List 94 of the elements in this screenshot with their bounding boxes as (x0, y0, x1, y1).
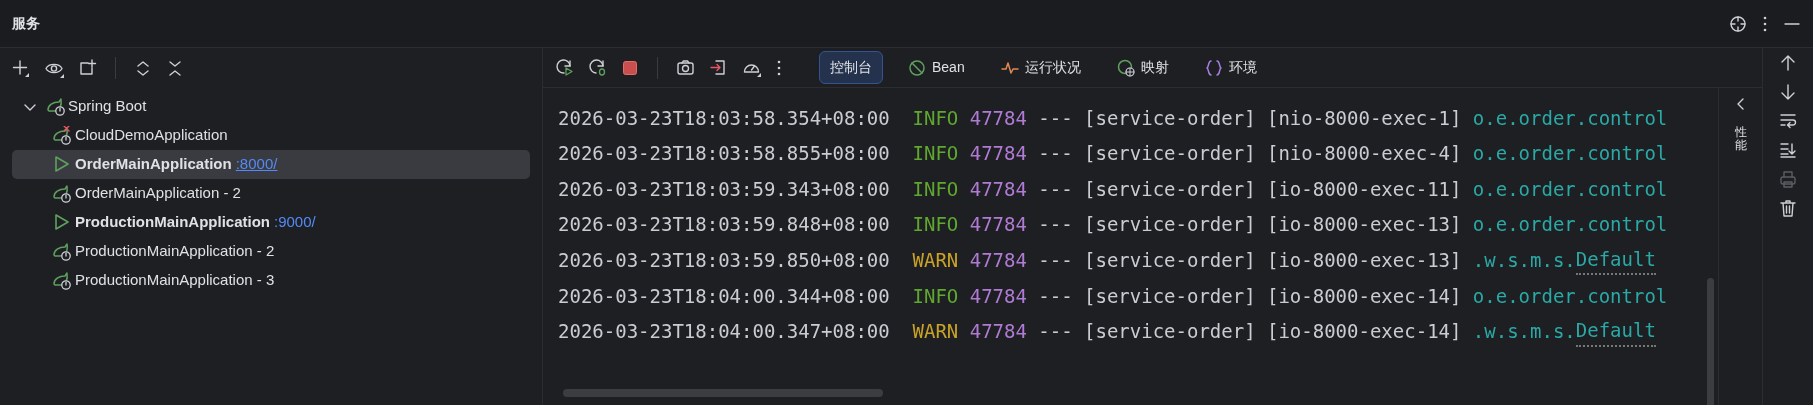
thread-name: [nio-8000-exec-4] (1267, 141, 1462, 167)
vertical-scrollbar[interactable] (1707, 278, 1714, 405)
tab[interactable]: 运行状况 (989, 51, 1092, 84)
thread-name: [nio-8000-exec-1] (1267, 105, 1462, 131)
timestamp: 2026-03-23T18:03:58.354+08:00 (558, 105, 890, 131)
separator: --- (1038, 212, 1073, 238)
panel-title: 服务 (12, 14, 40, 33)
separator: --- (1038, 247, 1073, 273)
logger-name: .w.s.m.s. (1472, 247, 1576, 273)
timestamp: 2026-03-23T18:03:59.850+08:00 (558, 247, 890, 273)
timestamp: 2026-03-23T18:03:59.848+08:00 (558, 212, 890, 238)
tree-item[interactable]: ProductionMainApplication - 3 (75, 269, 275, 292)
thread-name: [io-8000-exec-13] (1267, 247, 1462, 273)
globe-icon (1116, 58, 1135, 77)
new-tab-icon[interactable] (78, 58, 97, 78)
log-level: INFO (912, 105, 959, 131)
process-id: 47784 (969, 212, 1027, 238)
thread-name: [io-8000-exec-13] (1267, 212, 1462, 238)
separator: --- (1038, 283, 1073, 309)
class-link[interactable]: Default (1575, 244, 1656, 276)
process-id: 47784 (969, 283, 1027, 309)
tab[interactable]: 映射 (1105, 51, 1180, 84)
more-icon[interactable] (775, 58, 783, 77)
log-level: INFO (912, 283, 959, 309)
camera-icon[interactable] (676, 58, 695, 77)
timestamp: 2026-03-23T18:04:00.347+08:00 (558, 319, 890, 345)
app-name: [service-order] (1084, 247, 1256, 273)
horizontal-scrollbar[interactable] (563, 389, 883, 397)
thread-name: [io-8000-exec-14] (1267, 319, 1462, 345)
process-id: 47784 (969, 176, 1027, 202)
timestamp: 2026-03-23T18:03:59.343+08:00 (558, 176, 890, 202)
port-link[interactable]: :9000/ (274, 211, 316, 234)
side-tab[interactable]: 性能 (1734, 126, 1747, 153)
app-name: [service-order] (1084, 212, 1256, 238)
spring-icon (52, 184, 71, 203)
tree-item[interactable]: CloudDemoApplication (75, 124, 228, 147)
tab[interactable]: Bean (897, 51, 976, 84)
logger-name: o.e.order.control (1472, 105, 1668, 131)
process-id: 47784 (969, 319, 1027, 345)
log-level: WARN (912, 319, 959, 345)
wrap-icon[interactable] (1779, 112, 1797, 130)
braces-icon (1204, 58, 1223, 77)
more-icon[interactable] (1761, 14, 1769, 33)
scroll-end-icon[interactable] (1779, 141, 1797, 159)
log-level: INFO (912, 141, 959, 167)
arrow-down-icon[interactable] (1779, 83, 1797, 101)
bean-icon (908, 58, 926, 77)
process-id: 47784 (969, 247, 1027, 273)
log-level: INFO (912, 176, 959, 202)
process-id: 47784 (969, 141, 1027, 167)
class-link[interactable]: Default (1575, 316, 1656, 347)
logger-name: o.e.order.control (1472, 176, 1668, 202)
tree-item[interactable]: ProductionMainApplication (75, 211, 270, 234)
separator: --- (1038, 319, 1073, 345)
app-name: [service-order] (1084, 141, 1256, 167)
tab[interactable]: 环境 (1193, 51, 1268, 84)
run-icon (52, 155, 71, 174)
thread-name: [io-8000-exec-14] (1267, 283, 1462, 309)
timestamp: 2026-03-23T18:03:58.855+08:00 (558, 141, 890, 167)
process-id: 47784 (969, 105, 1027, 131)
thread-name: [io-8000-exec-11] (1267, 176, 1462, 202)
rerun-icon[interactable] (555, 58, 574, 77)
selected-row[interactable]: OrderMainApplication :8000/ (12, 150, 530, 179)
arrow-up-icon[interactable] (1779, 54, 1797, 72)
target-icon[interactable] (1729, 14, 1747, 33)
logger-name: o.e.order.control (1472, 212, 1668, 238)
run-icon (52, 213, 71, 232)
spring-icon (52, 242, 71, 261)
logger-name: .w.s.m.s. (1472, 319, 1576, 345)
timestamp: 2026-03-23T18:04:00.344+08:00 (558, 283, 890, 309)
app-name: [service-order] (1084, 283, 1256, 309)
logger-name: o.e.order.control (1472, 141, 1668, 167)
log-level: INFO (912, 212, 959, 238)
app-name: [service-order] (1084, 319, 1256, 345)
separator: --- (1038, 141, 1073, 167)
app-name: [service-order] (1084, 105, 1256, 131)
tab[interactable]: 控制台 (819, 51, 883, 84)
debug-rerun-icon[interactable] (588, 58, 607, 77)
add-icon[interactable] (12, 58, 31, 78)
tree-item[interactable]: Spring Boot (68, 95, 147, 118)
login-icon[interactable] (709, 58, 728, 77)
tree-item[interactable]: OrderMainApplication - 2 (75, 182, 241, 205)
spring-icon (52, 271, 71, 290)
tree-item[interactable]: OrderMainApplication (75, 153, 232, 176)
app-name: [service-order] (1084, 176, 1256, 202)
separator: --- (1038, 105, 1073, 131)
stop-icon[interactable] (621, 58, 639, 77)
trash-icon[interactable] (1779, 199, 1797, 217)
log-level: WARN (912, 247, 959, 273)
spring-icon (46, 97, 65, 116)
separator: --- (1038, 176, 1073, 202)
tree-item[interactable]: ProductionMainApplication - 2 (75, 240, 275, 263)
logger-name: o.e.order.control (1472, 283, 1668, 309)
print-icon (1779, 170, 1797, 188)
